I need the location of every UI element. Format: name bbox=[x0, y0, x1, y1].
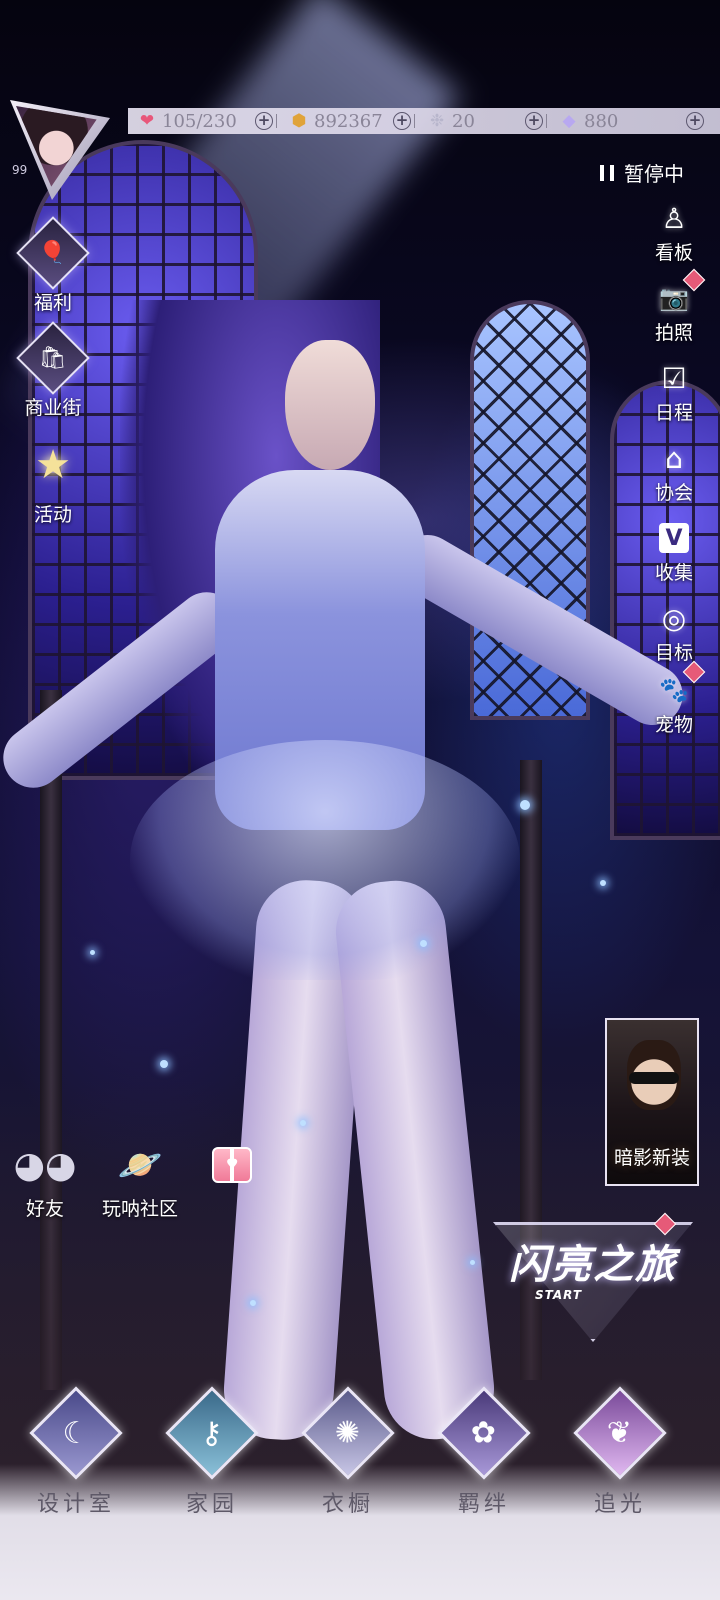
gift-button[interactable] bbox=[205, 1140, 259, 1190]
menu-guild-label: 协会 bbox=[654, 482, 693, 504]
menu-showcase-label: 看板 bbox=[654, 242, 693, 264]
diamond-icon: ◆ bbox=[562, 111, 576, 131]
friends-label: 好友 bbox=[25, 1198, 64, 1220]
menu-photo-label: 拍照 bbox=[654, 322, 693, 344]
crystal-star-icon: ✺ bbox=[301, 1386, 395, 1480]
butterfly-icon: ❦ bbox=[573, 1386, 667, 1480]
resource-gold: ⬢ 892367 + bbox=[280, 108, 418, 134]
event-character-mask bbox=[629, 1072, 679, 1084]
event-title: 暗影新装 bbox=[613, 1147, 690, 1169]
add-stamina-button[interactable]: + bbox=[255, 112, 273, 130]
pause-toggle[interactable]: 暂停中 bbox=[600, 158, 684, 187]
menu-schedule[interactable]: ☑ 日程 bbox=[646, 358, 702, 425]
menu-welfare[interactable]: 🎈 福利 bbox=[14, 216, 92, 315]
character-head bbox=[285, 340, 375, 470]
crescent-moon-icon: ☾ bbox=[29, 1386, 123, 1480]
nav-chase-light[interactable]: ❦ 追光 bbox=[570, 1386, 670, 1518]
game-scene-background bbox=[0, 0, 720, 1600]
nav-wardrobe-label: 衣橱 bbox=[321, 1492, 374, 1517]
nav-bonds[interactable]: ✿ 羁绊 bbox=[434, 1386, 534, 1518]
friends-button[interactable]: ◕◕ 好友 bbox=[13, 1140, 77, 1221]
pause-icon bbox=[600, 164, 614, 181]
community-label: 玩呐社区 bbox=[102, 1198, 179, 1220]
menu-guild[interactable]: ⌂ 协会 bbox=[646, 438, 702, 505]
crystal-flower-icon: ❉ bbox=[429, 111, 445, 131]
flower-icon: ✿ bbox=[437, 1386, 531, 1480]
menu-shopping-street[interactable]: 🛍 商业街 bbox=[14, 321, 92, 420]
player-level: 99 bbox=[12, 163, 28, 177]
menu-schedule-label: 日程 bbox=[654, 402, 693, 424]
gold-coin-icon: ⬢ bbox=[291, 111, 307, 131]
sparkle bbox=[600, 880, 606, 886]
add-gold-button[interactable]: + bbox=[393, 112, 411, 130]
nav-home[interactable]: ⚷ 家园 bbox=[162, 1386, 262, 1518]
nav-design-studio-label: 设计室 bbox=[36, 1492, 115, 1517]
menu-collection[interactable]: V 收集 bbox=[646, 518, 702, 585]
mannequin-icon: ♙ bbox=[661, 201, 687, 235]
resource-diamond: ◆ 880 + bbox=[550, 108, 716, 134]
planet-heart-icon: 🪐 bbox=[117, 1145, 163, 1186]
add-diamond-button[interactable]: + bbox=[686, 112, 704, 130]
collection-v-icon: V bbox=[659, 523, 689, 553]
event-banner-card[interactable]: 暗影新装 bbox=[605, 1018, 699, 1186]
menu-welfare-label: 福利 bbox=[33, 292, 72, 314]
divider bbox=[414, 114, 415, 128]
menu-showcase[interactable]: ♙ 看板 bbox=[646, 198, 702, 265]
stars-icon: ★ bbox=[35, 442, 71, 488]
journey-start-label: START bbox=[535, 1288, 583, 1302]
add-crystal-button[interactable]: + bbox=[525, 112, 543, 130]
menu-pets-label: 宠物 bbox=[654, 714, 693, 736]
resource-bar: ❤ 105/230 + ⬢ 892367 + ❉ 20 + ◆ 880 + bbox=[128, 108, 720, 134]
divider bbox=[276, 114, 277, 128]
player-avatar[interactable] bbox=[10, 100, 110, 200]
guild-building-icon: ⌂ bbox=[665, 441, 683, 475]
nav-design-studio[interactable]: ☾ 设计室 bbox=[26, 1386, 126, 1518]
resource-stamina: ❤ 105/230 + bbox=[128, 108, 280, 134]
menu-events[interactable]: ★ 活动 bbox=[14, 432, 92, 527]
nav-wardrobe[interactable]: ✺ 衣橱 bbox=[298, 1386, 398, 1518]
nav-home-label: 家园 bbox=[185, 1492, 238, 1517]
shopping-bag-icon: 🛍 bbox=[16, 321, 90, 395]
resource-crystal: ❉ 20 + bbox=[418, 108, 550, 134]
sparkle bbox=[420, 940, 427, 947]
community-button[interactable]: 🪐 玩呐社区 bbox=[102, 1140, 178, 1221]
sparkle bbox=[300, 1120, 306, 1126]
heart-gem-icon: ❤ bbox=[139, 111, 155, 131]
journey-title: 闪亮之旅 bbox=[509, 1241, 677, 1288]
menu-collection-label: 收集 bbox=[654, 562, 693, 584]
pause-status-label: 暂停中 bbox=[624, 162, 684, 186]
stamina-value: 105/230 bbox=[162, 110, 237, 132]
menu-events-label: 活动 bbox=[33, 504, 72, 526]
menu-goals[interactable]: ◎ 目标 bbox=[646, 598, 702, 665]
balloon-icon: 🎈 bbox=[16, 216, 90, 290]
calendar-check-icon: ☑ bbox=[661, 361, 687, 395]
chat-bubbles-icon: ◕◕ bbox=[13, 1144, 77, 1186]
sparkle bbox=[250, 1300, 256, 1306]
menu-photo[interactable]: 📷 拍照 bbox=[646, 268, 706, 345]
sparkle bbox=[160, 1060, 168, 1068]
gold-value: 892367 bbox=[314, 110, 383, 132]
gift-box-icon bbox=[212, 1147, 252, 1183]
menu-goals-label: 目标 bbox=[654, 642, 693, 664]
nav-chase-light-label: 追光 bbox=[593, 1492, 646, 1517]
diamond-value: 880 bbox=[584, 110, 619, 132]
target-icon: ◎ bbox=[661, 601, 687, 635]
divider bbox=[546, 114, 547, 128]
menu-pets[interactable]: 🐾 宠物 bbox=[646, 660, 706, 737]
crystal-value: 20 bbox=[452, 110, 475, 132]
sparkle bbox=[520, 800, 530, 810]
sparkle bbox=[470, 1260, 475, 1265]
key-icon: ⚷ bbox=[165, 1386, 259, 1480]
shining-journey-button[interactable]: 闪亮之旅 START bbox=[493, 1212, 693, 1342]
character-skirt bbox=[130, 740, 520, 980]
menu-shopping-street-label: 商业街 bbox=[24, 397, 82, 419]
nav-bonds-label: 羁绊 bbox=[457, 1492, 510, 1517]
sparkle bbox=[90, 950, 95, 955]
